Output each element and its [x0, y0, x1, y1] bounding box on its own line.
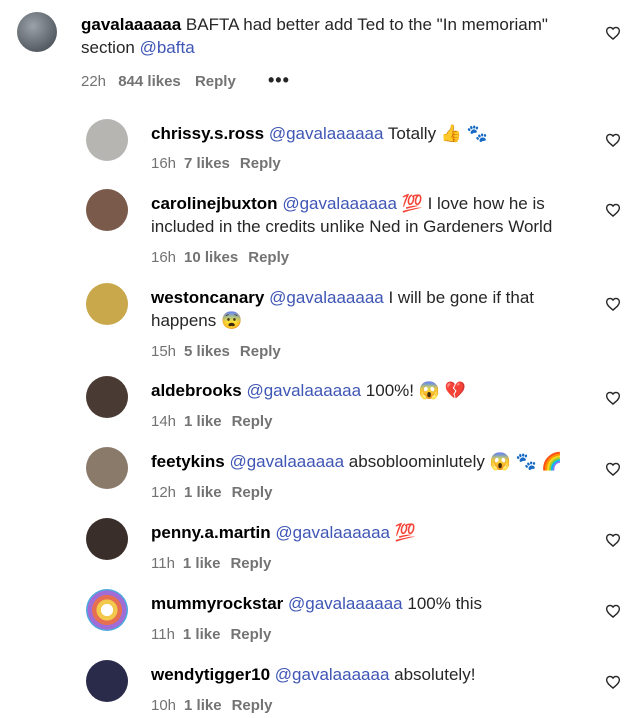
reply-button[interactable]: Reply	[232, 484, 273, 501]
heart-icon[interactable]	[605, 533, 621, 547]
comment-text: feetykins @gavalaaaaaa absobloominlutely…	[151, 450, 591, 473]
username[interactable]: gavalaaaaaa	[81, 15, 181, 34]
reply-button[interactable]: Reply	[232, 413, 273, 430]
comment-body: absolutely!	[389, 665, 476, 684]
username[interactable]: mummyrockstar	[151, 594, 283, 613]
like-count[interactable]: 844 likes	[118, 73, 181, 90]
mention-link[interactable]: @gavalaaaaaa	[269, 124, 384, 143]
avatar[interactable]	[86, 660, 128, 702]
heart-icon[interactable]	[605, 462, 621, 476]
comment-text: mummyrockstar @gavalaaaaaa 100% this	[151, 592, 591, 615]
avatar[interactable]	[86, 518, 128, 560]
like-count[interactable]: 1 like	[183, 555, 221, 572]
comment-meta: 16h 7 likes Reply	[151, 155, 291, 172]
comment-text: westoncanary @gavalaaaaaa I will be gone…	[151, 286, 591, 332]
avatar[interactable]	[86, 189, 128, 231]
reply-button[interactable]: Reply	[230, 626, 271, 643]
comment-meta: 11h 1 like Reply	[151, 555, 281, 572]
reply-button[interactable]: Reply	[240, 343, 281, 360]
comment-meta: 11h 1 like Reply	[151, 626, 281, 643]
mention-link[interactable]: @gavalaaaaaa	[288, 594, 403, 613]
mention-link[interactable]: @gavalaaaaaa	[275, 523, 390, 542]
comment-text: wendytigger10 @gavalaaaaaa absolutely!	[151, 663, 591, 686]
heart-icon[interactable]	[605, 203, 621, 217]
comment-text: gavalaaaaaa BAFTA had better add Ted to …	[81, 13, 581, 59]
avatar[interactable]	[86, 283, 128, 325]
comment-body: 💯	[390, 523, 416, 542]
avatar[interactable]	[17, 12, 57, 52]
comment-meta: 15h 5 likes Reply	[151, 343, 291, 360]
username[interactable]: aldebrooks	[151, 381, 242, 400]
like-count[interactable]: 7 likes	[184, 155, 230, 172]
reply-button[interactable]: Reply	[248, 249, 289, 266]
reply-button[interactable]: Reply	[195, 73, 236, 90]
reply-button[interactable]: Reply	[230, 555, 271, 572]
timestamp: 11h	[151, 555, 175, 572]
heart-icon[interactable]	[605, 26, 621, 40]
avatar[interactable]	[86, 447, 128, 489]
like-count[interactable]: 10 likes	[184, 249, 238, 266]
username[interactable]: chrissy.s.ross	[151, 124, 264, 143]
comment-meta: 12h 1 like Reply	[151, 484, 282, 501]
mention-link[interactable]: @gavalaaaaaa	[269, 288, 384, 307]
timestamp: 10h	[151, 697, 177, 714]
heart-icon[interactable]	[605, 297, 621, 311]
comment-body: absobloominlutely 😱 🐾 🌈	[344, 452, 563, 471]
more-options-icon[interactable]: •••	[268, 70, 290, 90]
username[interactable]: feetykins	[151, 452, 225, 471]
like-count[interactable]: 1 like	[184, 484, 222, 501]
timestamp: 22h	[81, 73, 107, 90]
like-count[interactable]: 1 like	[184, 413, 222, 430]
timestamp: 16h	[151, 155, 177, 172]
username[interactable]: wendytigger10	[151, 665, 270, 684]
reply-button[interactable]: Reply	[232, 697, 273, 714]
like-count[interactable]: 1 like	[184, 697, 222, 714]
timestamp: 11h	[151, 626, 175, 643]
comment-meta: 16h 10 likes Reply	[151, 249, 299, 266]
heart-icon[interactable]	[605, 604, 621, 618]
comment-meta: 14h 1 like Reply	[151, 413, 282, 430]
comment-text: aldebrooks @gavalaaaaaa 100%! 😱 💔	[151, 379, 591, 402]
avatar[interactable]	[86, 376, 128, 418]
comment-meta: 22h 844 likes Reply •••	[81, 70, 300, 91]
username[interactable]: westoncanary	[151, 288, 264, 307]
timestamp: 12h	[151, 484, 177, 501]
avatar[interactable]	[86, 119, 128, 161]
heart-icon[interactable]	[605, 133, 621, 147]
heart-icon[interactable]	[605, 391, 621, 405]
comment-text: penny.a.martin @gavalaaaaaa 💯	[151, 521, 591, 544]
mention-link[interactable]: @gavalaaaaaa	[246, 381, 361, 400]
heart-icon[interactable]	[605, 675, 621, 689]
mention-link[interactable]: @gavalaaaaaa	[282, 194, 397, 213]
comment-body: Totally 👍 🐾	[383, 124, 488, 143]
comment-meta: 10h 1 like Reply	[151, 697, 282, 714]
comment-text: carolinejbuxton @gavalaaaaaa 💯 I love ho…	[151, 192, 591, 238]
comment-body: 100% this	[402, 594, 483, 613]
mention-link[interactable]: @gavalaaaaaa	[275, 665, 390, 684]
comment-body: 100%! 😱 💔	[361, 381, 466, 400]
timestamp: 14h	[151, 413, 177, 430]
username[interactable]: penny.a.martin	[151, 523, 271, 542]
username[interactable]: carolinejbuxton	[151, 194, 278, 213]
like-count[interactable]: 5 likes	[184, 343, 230, 360]
timestamp: 16h	[151, 249, 177, 266]
timestamp: 15h	[151, 343, 177, 360]
comment-text: chrissy.s.ross @gavalaaaaaa Totally 👍 🐾	[151, 122, 591, 145]
mention-link[interactable]: @gavalaaaaaa	[229, 452, 344, 471]
reply-button[interactable]: Reply	[240, 155, 281, 172]
mention-link[interactable]: @bafta	[140, 38, 195, 57]
avatar[interactable]	[86, 589, 128, 631]
like-count[interactable]: 1 like	[183, 626, 221, 643]
